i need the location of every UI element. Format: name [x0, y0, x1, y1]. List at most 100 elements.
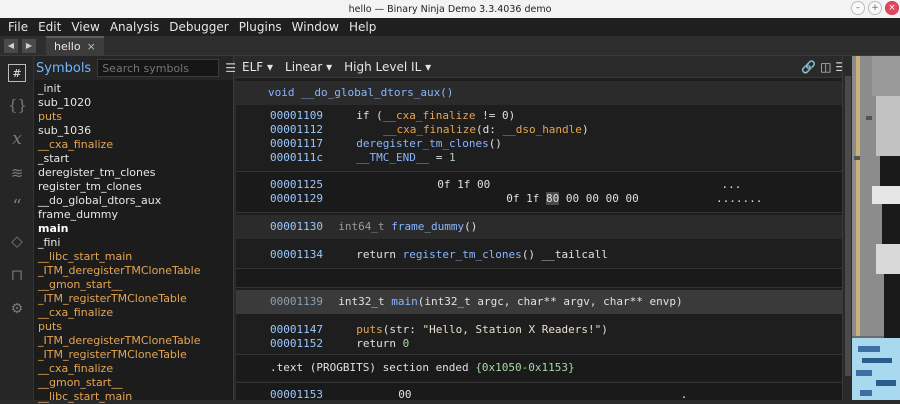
- separator-block: [236, 268, 842, 288]
- code-text: return: [356, 248, 403, 261]
- address: 00001117: [270, 137, 323, 150]
- symbol-ref[interactable]: puts: [356, 323, 383, 336]
- tag-icon[interactable]: ◇: [8, 232, 26, 250]
- number: 1: [448, 151, 456, 164]
- code-line[interactable]: 00001112 __cxa_finalize(d: __dso_handle): [270, 123, 589, 137]
- symbol-list-item[interactable]: register_tm_clones: [38, 180, 232, 194]
- symbol-list-item[interactable]: __cxa_finalize: [38, 306, 232, 320]
- symbols-header: Symbols ☰: [34, 56, 236, 80]
- symbol-list-item[interactable]: frame_dummy: [38, 208, 232, 222]
- address: 00001129: [270, 192, 323, 205]
- code-text: return: [356, 337, 403, 350]
- symbol-list-item[interactable]: main: [38, 222, 232, 236]
- symbol-list-item[interactable]: __gmon_start__: [38, 376, 232, 390]
- view-toolbar: ELF ▾ Linear ▾ High Level IL ▾ 🔗 ◫ ☰: [236, 56, 852, 78]
- section-end-line: .text (PROGBITS) section ended {0x1050-0…: [270, 361, 575, 375]
- menu-help[interactable]: Help: [349, 20, 376, 34]
- address: 00001153: [270, 388, 323, 401]
- code-text: () __tailcall: [521, 248, 608, 261]
- variable-icon[interactable]: x: [8, 130, 26, 148]
- function-signature[interactable]: 00001130 int64_t frame_dummy(): [270, 220, 477, 234]
- scrollbar-thumb[interactable]: [845, 76, 851, 376]
- symbol-list-item[interactable]: _ITM_registerTMCloneTable: [38, 348, 232, 362]
- menu-plugins[interactable]: Plugins: [239, 20, 282, 34]
- menu-debugger[interactable]: Debugger: [169, 20, 228, 34]
- window-title: hello — Binary Ninja Demo 3.3.4036 demo: [348, 3, 552, 15]
- tab-close-icon[interactable]: ×: [87, 40, 96, 53]
- flow-icon[interactable]: ⊓: [8, 266, 26, 284]
- forward-arrow-icon[interactable]: ▶: [22, 38, 36, 53]
- function-ref[interactable]: deregister_tm_clones: [356, 137, 488, 150]
- symbol-ref[interactable]: __cxa_finalize: [383, 123, 476, 136]
- address: 00001152: [270, 337, 323, 350]
- symbol-list-item[interactable]: __gmon_start__: [38, 278, 232, 292]
- symbols-search-input[interactable]: [97, 59, 220, 77]
- function-name[interactable]: frame_dummy: [391, 220, 464, 233]
- symbol-list-item[interactable]: puts: [38, 320, 232, 334]
- hex-ascii: .......: [715, 192, 763, 205]
- symbol-list-item[interactable]: _init: [38, 82, 232, 96]
- tab-hello[interactable]: hello ×: [46, 35, 104, 56]
- vertical-scrollbar[interactable]: [842, 56, 852, 400]
- menu-view[interactable]: View: [71, 20, 99, 34]
- symbol-list-item[interactable]: _start: [38, 152, 232, 166]
- hex-bytes: 0f 1f 00: [437, 178, 491, 191]
- hex-bytes: 00 00 00 00: [559, 192, 639, 205]
- braces-icon[interactable]: {}: [8, 96, 27, 114]
- symbol-list-item[interactable]: deregister_tm_clones: [38, 166, 232, 180]
- maximize-icon[interactable]: +: [868, 1, 882, 15]
- address: 0000111c: [270, 151, 323, 164]
- settings-icon[interactable]: ⚙: [8, 300, 26, 318]
- close-window-icon[interactable]: ×: [885, 1, 899, 15]
- code-text: != 0): [475, 109, 516, 122]
- symbol-ref[interactable]: __dso_handle: [502, 123, 581, 136]
- symbol-list-item[interactable]: sub_1020: [38, 96, 232, 110]
- code-line[interactable]: 00001152 return 0: [270, 337, 409, 351]
- il-level-dropdown[interactable]: High Level IL ▾: [344, 60, 431, 74]
- function-name[interactable]: main: [391, 295, 418, 308]
- symbol-ref[interactable]: __TMC_END__: [356, 151, 429, 164]
- format-dropdown[interactable]: ELF ▾: [242, 60, 273, 74]
- symbol-list-item[interactable]: __cxa_finalize: [38, 362, 232, 376]
- code-line[interactable]: 00001117 deregister_tm_clones(): [270, 137, 502, 151]
- hex-line[interactable]: 00001129 0f 1f 80 00 00 00 00 .......: [270, 192, 762, 206]
- function-signature[interactable]: 00001139 int32_t main(int32_t argc, char…: [270, 295, 683, 309]
- function-ref[interactable]: register_tm_clones: [403, 248, 522, 261]
- toolbar-icons[interactable]: 🔗 ◫ ☰: [801, 60, 846, 74]
- menu-window[interactable]: Window: [292, 20, 339, 34]
- symbol-list-item[interactable]: _fini: [38, 236, 232, 250]
- minimize-icon[interactable]: –: [851, 1, 865, 15]
- quote-icon[interactable]: “: [8, 198, 26, 216]
- code-text: ): [601, 323, 608, 336]
- feature-map[interactable]: [852, 56, 900, 400]
- hex-line[interactable]: 00001125 0f 1f 00 ...: [270, 178, 741, 192]
- hex-byte-highlight[interactable]: 80: [545, 192, 560, 205]
- symbol-ref[interactable]: __cxa_finalize: [383, 109, 476, 122]
- symbol-list-item[interactable]: _ITM_deregisterTMCloneTable: [38, 264, 232, 278]
- symbol-list-item[interactable]: _ITM_deregisterTMCloneTable: [38, 334, 232, 348]
- symbol-list-item[interactable]: sub_1036: [38, 124, 232, 138]
- menu-analysis[interactable]: Analysis: [110, 20, 159, 34]
- binary-icon[interactable]: #: [8, 64, 26, 82]
- layers-icon[interactable]: ≋: [8, 164, 26, 182]
- code-text: =: [429, 151, 449, 164]
- menu-edit[interactable]: Edit: [38, 20, 61, 34]
- symbol-list-item[interactable]: puts: [38, 110, 232, 124]
- code-line[interactable]: 00001147 puts(str: "Hello, Station X Rea…: [270, 323, 608, 337]
- back-arrow-icon[interactable]: ◀: [4, 38, 18, 53]
- code-line[interactable]: 00001134 return register_tm_clones() __t…: [270, 248, 608, 262]
- symbol-list-item[interactable]: _ITM_registerTMCloneTable: [38, 292, 232, 306]
- hex-ascii: ...: [721, 178, 742, 191]
- code-line[interactable]: 0000111c __TMC_END__ = 1: [270, 151, 456, 165]
- symbol-list-item[interactable]: __cxa_finalize: [38, 138, 232, 152]
- view-mode-dropdown[interactable]: Linear ▾: [285, 60, 332, 74]
- code-area: void __do_global_dtors_aux() 00001109 if…: [236, 78, 842, 401]
- menu-file[interactable]: File: [8, 20, 28, 34]
- symbol-list-item[interactable]: __libc_start_main: [38, 390, 232, 404]
- hamburger-menu-icon[interactable]: ☰: [225, 61, 236, 75]
- symbol-list-item[interactable]: __do_global_dtors_aux: [38, 194, 232, 208]
- function-signature[interactable]: void __do_global_dtors_aux(): [268, 86, 453, 100]
- symbol-list-item[interactable]: __libc_start_main: [38, 250, 232, 264]
- address: 00001139: [270, 295, 323, 308]
- code-line[interactable]: 00001109 if (__cxa_finalize != 0): [270, 109, 515, 123]
